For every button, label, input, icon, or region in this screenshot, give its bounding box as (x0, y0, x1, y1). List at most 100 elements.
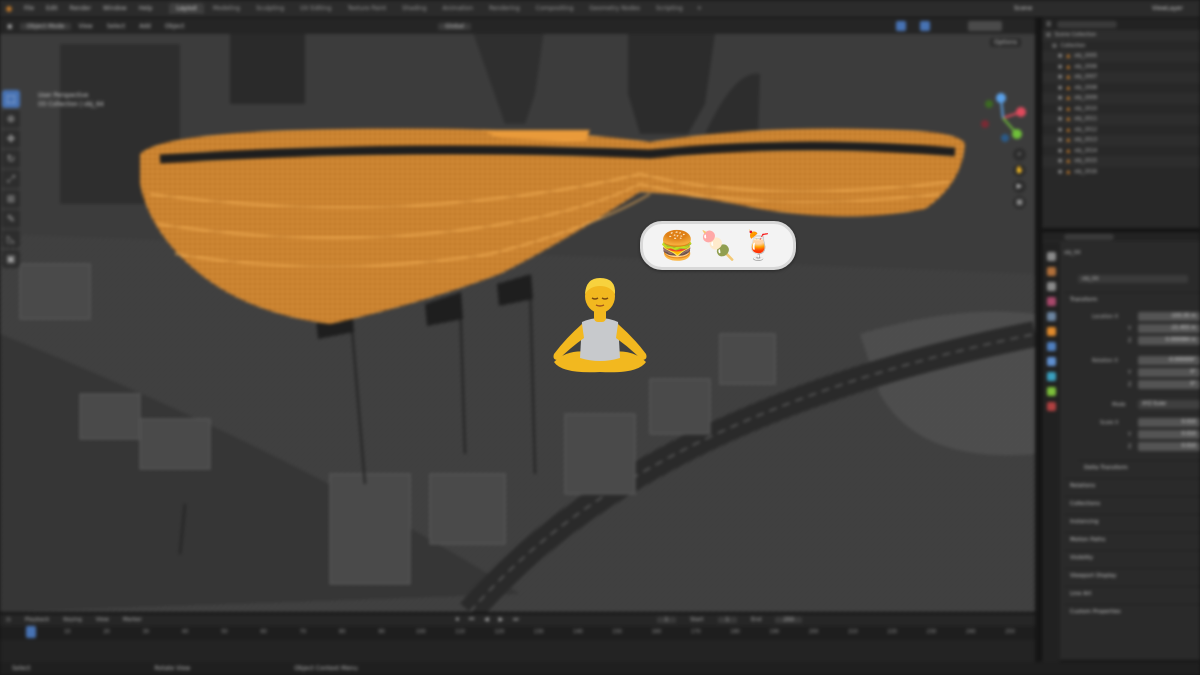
tab-texture-paint[interactable]: Texture Paint (340, 3, 393, 14)
navigation-gizmo[interactable] (975, 90, 1031, 146)
timeline-menu-marker[interactable]: Marker (123, 617, 142, 623)
tab-sculpting[interactable]: Sculpting (249, 3, 291, 14)
annotate-tool-icon[interactable]: ✎ (2, 210, 20, 228)
tree-row-object[interactable]: ◉ ▲ obj_2008 (1042, 83, 1200, 94)
tree-row-object[interactable]: ◉ ▲ obj_2011 (1042, 114, 1200, 125)
motion-paths-panel-header[interactable]: Motion Paths (1064, 532, 1200, 546)
tree-row-object[interactable]: ◉ ▲ obj_2009 (1042, 93, 1200, 104)
tree-row-object[interactable]: ◉ ▲ obj_2007 (1042, 72, 1200, 83)
tree-row-object[interactable]: ◉ ▲ obj_2016 (1042, 167, 1200, 178)
outliner-search-input[interactable] (1057, 20, 1118, 28)
orientation-dropdown[interactable]: Global (438, 22, 472, 30)
eye-icon[interactable]: ◉ (1058, 53, 1062, 59)
rotation-mode-dropdown[interactable]: XYZ Euler (1138, 400, 1200, 409)
3d-viewport[interactable]: ⬚ ⊕ ✥ ↻ ⤢ ⊞ ✎ ◺ ▣ User Perspective (0) C… (0, 34, 1035, 612)
instancing-panel-header[interactable]: Instancing (1064, 514, 1200, 528)
output-tab-icon[interactable] (1046, 282, 1056, 291)
menu-help[interactable]: Help (133, 5, 159, 12)
scale-y-field[interactable]: 0.010 (1138, 430, 1200, 439)
collections-panel-header[interactable]: Collections (1064, 496, 1200, 510)
tree-row-object[interactable]: ◉ ▲ obj_2014 (1042, 146, 1200, 157)
relations-panel-header[interactable]: Relations (1064, 478, 1200, 492)
tree-row-object[interactable]: ◉ ▲ obj_2005 (1042, 51, 1200, 62)
rotation-z-field[interactable]: 0° (1138, 380, 1200, 389)
tab-shading[interactable]: Shading (395, 3, 433, 14)
menu-file[interactable]: File (18, 5, 40, 12)
frame-ruler[interactable]: 0102030405060708090100110120130140150160… (0, 626, 1035, 640)
object-tab-icon[interactable] (1046, 327, 1056, 336)
rotate-tool-icon[interactable]: ↻ (2, 150, 20, 168)
transform-panel-header[interactable]: Transform (1064, 292, 1200, 306)
scene-tab-icon[interactable] (1046, 297, 1056, 306)
tree-row-object[interactable]: ◉ ▲ obj_2010 (1042, 104, 1200, 115)
gizmo-toggle[interactable] (896, 21, 906, 31)
pan-hand-icon[interactable]: ✋ (1013, 164, 1026, 177)
physics-tab-icon[interactable] (1046, 372, 1056, 381)
overlay-toggle[interactable] (920, 21, 930, 31)
scale-x-field[interactable]: 0.010 (1138, 418, 1200, 427)
select-box-tool-icon[interactable]: ⬚ (2, 90, 20, 108)
timeline-menu-playback[interactable]: Playback (25, 617, 50, 623)
options-dropdown[interactable]: Options (990, 38, 1022, 47)
menu-edit[interactable]: Edit (40, 5, 64, 12)
tab-layout[interactable]: Layout (169, 3, 204, 14)
tab-modeling[interactable]: Modeling (206, 3, 247, 14)
tree-row-object[interactable]: ◉ ▲ obj_2013 (1042, 135, 1200, 146)
menu-window[interactable]: Window (97, 5, 133, 12)
tab-uv-editing[interactable]: UV Editing (293, 3, 338, 14)
location-y-field[interactable]: -21.455 m (1138, 324, 1200, 333)
rotation-x-field[interactable]: -0.000009° (1138, 356, 1200, 365)
timeline-menu-keying[interactable]: Keying (63, 617, 81, 623)
playback-controls[interactable]: ⏺ ⏮ ◀ ▶ ⏭ (456, 616, 523, 624)
eye-icon[interactable]: ◉ (1058, 148, 1062, 154)
line-art-panel-header[interactable]: Line Art (1064, 586, 1200, 600)
delta-transform-panel-header[interactable]: Delta Transform (1078, 460, 1200, 474)
world-tab-icon[interactable] (1046, 312, 1056, 321)
move-tool-icon[interactable]: ✥ (2, 130, 20, 148)
tab-compositing[interactable]: Compositing (529, 3, 581, 14)
viewport-menu-add[interactable]: Add (132, 23, 158, 30)
render-tab-icon[interactable] (1046, 267, 1056, 276)
eye-icon[interactable]: ◉ (1058, 169, 1062, 175)
eye-icon[interactable]: ◉ (1058, 116, 1062, 122)
add-workspace-icon[interactable]: + (697, 5, 702, 12)
viewport-display-panel-header[interactable]: Viewport Display (1064, 568, 1200, 582)
eye-icon[interactable]: ◉ (1058, 64, 1062, 70)
tree-row-object[interactable]: ◉ ▲ obj_2006 (1042, 62, 1200, 73)
location-z-field[interactable]: 0.000084 m (1138, 336, 1200, 345)
constraints-tab-icon[interactable] (1046, 387, 1056, 396)
visibility-panel-header[interactable]: Visibility (1064, 550, 1200, 564)
custom-properties-panel-header[interactable]: Custom Properties (1064, 604, 1200, 618)
eye-icon[interactable]: ◉ (1058, 95, 1062, 101)
tree-row-object[interactable]: ◉ ▲ obj_2012 (1042, 125, 1200, 136)
tree-row-collection[interactable]: ▤ Collection (1042, 41, 1200, 52)
tree-row-scene-collection[interactable]: ▤ Scene Collection (1042, 30, 1200, 41)
mode-dropdown[interactable]: Object Mode (19, 22, 72, 30)
tab-scripting[interactable]: Scripting (649, 3, 690, 14)
modifier-tab-icon[interactable] (1046, 342, 1056, 351)
material-tab-icon[interactable] (1046, 402, 1056, 411)
camera-icon[interactable]: ▶ (1013, 180, 1026, 193)
eye-icon[interactable]: ◉ (1058, 85, 1062, 91)
start-frame-field[interactable]: 1 (717, 617, 738, 623)
add-cube-tool-icon[interactable]: ▣ (2, 250, 20, 268)
eye-icon[interactable]: ◉ (1058, 158, 1062, 164)
current-frame-field[interactable]: 1 (656, 617, 677, 623)
measure-tool-icon[interactable]: ◺ (2, 230, 20, 248)
zoom-icon[interactable]: ⌕ (1013, 148, 1026, 161)
cursor-tool-icon[interactable]: ⊕ (2, 110, 20, 128)
scale-z-field[interactable]: 0.010 (1138, 442, 1200, 451)
eye-icon[interactable]: ◉ (1058, 106, 1062, 112)
viewport-menu-view[interactable]: View (71, 23, 99, 30)
view-layer-selector[interactable]: ViewLayer (1148, 5, 1187, 12)
scale-tool-icon[interactable]: ⤢ (2, 170, 20, 188)
blender-logo-icon[interactable]: ◉ (0, 4, 18, 13)
shading-mode-buttons[interactable] (968, 21, 1002, 31)
editor-type-icon[interactable]: ▣ (0, 23, 20, 30)
menu-render[interactable]: Render (64, 5, 97, 12)
scene-selector[interactable]: Scene (1010, 5, 1036, 12)
viewport-menu-object[interactable]: Object (158, 23, 192, 30)
rotation-y-field[interactable]: 0° (1138, 368, 1200, 377)
tab-animation[interactable]: Animation (436, 3, 481, 14)
object-name-field[interactable]: obj_64 (1078, 275, 1188, 283)
